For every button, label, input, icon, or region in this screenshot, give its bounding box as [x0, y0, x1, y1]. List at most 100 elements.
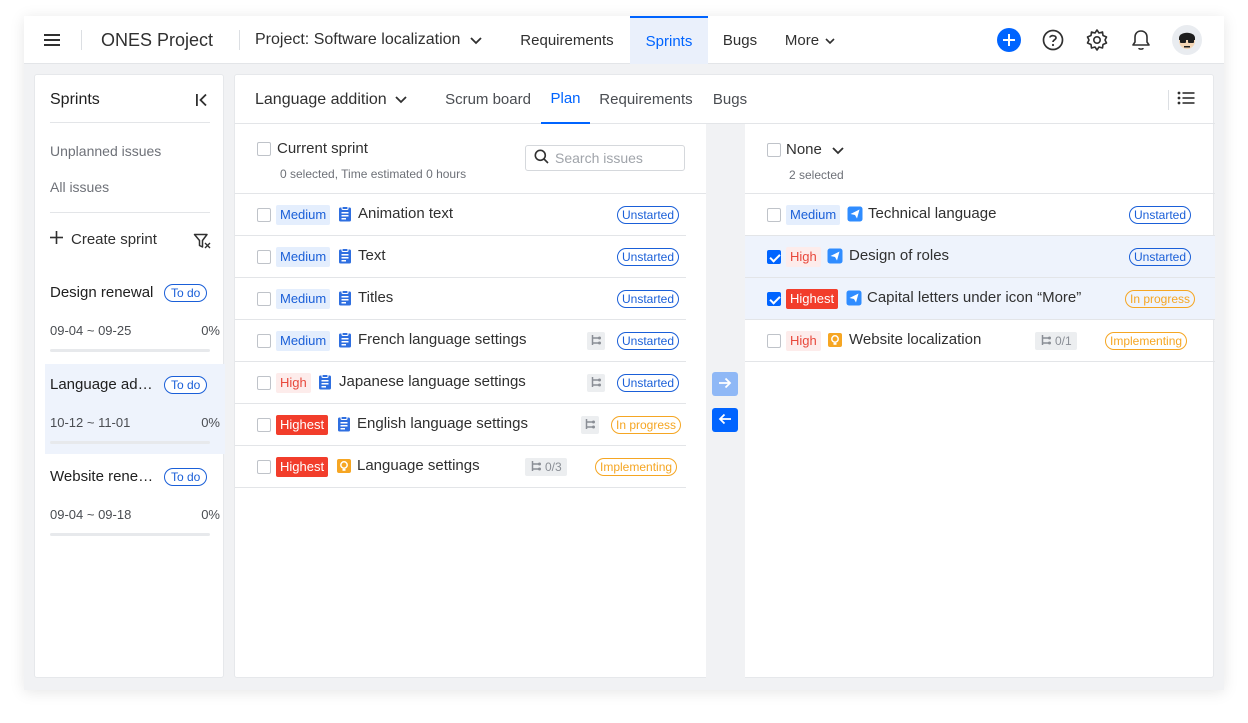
issue-row[interactable]: Highest Capital letters under icon “More…	[745, 278, 1215, 320]
nav-tab-bugs[interactable]: Bugs	[710, 16, 770, 64]
divider	[1168, 90, 1169, 110]
panel-header: Language addition Scrum board Plan Requi…	[235, 75, 1215, 124]
chevron-down-icon	[395, 91, 407, 109]
chevron-down-icon	[470, 32, 483, 48]
sprint-card[interactable]: Design renewal To do 09-04 ~ 09-25 0%	[45, 272, 225, 362]
issue-row[interactable]: Medium Animation text Unstarted	[235, 194, 686, 236]
gear-icon[interactable]	[1084, 27, 1110, 53]
issue-title: Animation text	[358, 205, 454, 222]
backlog-selector[interactable]: None	[786, 141, 844, 158]
divider	[239, 30, 240, 50]
project-selector[interactable]: Project: Software localization	[255, 16, 483, 64]
issue-row[interactable]: Highest English language settings In pro…	[235, 404, 686, 446]
issue-row[interactable]: Medium French language settings Unstarte…	[235, 320, 686, 362]
progress-bar	[50, 441, 210, 444]
search-input[interactable]	[555, 150, 675, 166]
issue-row[interactable]: Medium Text Unstarted	[235, 236, 686, 278]
bug-icon	[827, 248, 843, 264]
backlog-title: None	[786, 141, 822, 158]
sprint-selector[interactable]: Language addition	[255, 75, 407, 124]
divider	[81, 30, 82, 50]
task-icon	[317, 374, 333, 390]
current-sprint-header: Current sprint 0 selected, Time estimate…	[235, 124, 706, 194]
backlog-header: None 2 selected	[745, 124, 1215, 194]
row-checkbox[interactable]	[257, 376, 271, 390]
row-checkbox[interactable]	[257, 208, 271, 222]
sprint-dates: 09-04 ~ 09-25	[50, 323, 132, 338]
task-icon	[337, 206, 353, 222]
status-badge: Implementing	[595, 458, 678, 476]
sprint-progress-text: 0%	[201, 507, 220, 522]
subtask-icon	[530, 460, 542, 475]
issue-title: Language settings	[357, 457, 480, 474]
sidebar-title: Sprints	[50, 91, 100, 108]
row-checkbox[interactable]	[257, 334, 271, 348]
issue-title: Technical language	[868, 205, 997, 222]
avatar[interactable]	[1172, 25, 1202, 55]
collapse-icon[interactable]	[193, 91, 211, 109]
add-icon[interactable]	[996, 27, 1022, 53]
tab-bugs[interactable]: Bugs	[705, 75, 755, 124]
status-badge: Unstarted	[617, 248, 680, 266]
plus-icon	[50, 231, 63, 248]
task-icon	[337, 332, 353, 348]
row-checkbox[interactable]	[257, 418, 271, 432]
sprint-card[interactable]: Language addition To do 10-12 ~ 11-01 0%	[45, 364, 225, 454]
select-all-checkbox[interactable]	[257, 142, 271, 156]
issue-row[interactable]: High Japanese language settings Unstarte…	[235, 362, 686, 404]
pane-title: Current sprint	[277, 140, 368, 157]
progress-bar	[50, 533, 210, 536]
row-checkbox[interactable]	[257, 250, 271, 264]
issue-row[interactable]: High Design of roles Unstarted	[745, 236, 1215, 278]
issue-row[interactable]: High Website localization 0/1 Implementi…	[745, 320, 1215, 362]
nav-tab-sprints[interactable]: Sprints	[630, 16, 708, 64]
sprint-name: Website renewal	[50, 468, 160, 485]
sprint-card[interactable]: Website renewal To do 09-04 ~ 09-18 0%	[45, 456, 225, 546]
hamburger-icon[interactable]	[39, 27, 65, 53]
chevron-down-icon	[832, 142, 844, 158]
filter-icon[interactable]	[193, 232, 211, 250]
issue-title: Capital letters under icon “More”	[867, 289, 1082, 306]
bug-icon	[847, 206, 863, 222]
status-badge: To do	[164, 376, 208, 394]
issue-row[interactable]: Medium Titles Unstarted	[235, 278, 686, 320]
app-title[interactable]: ONES Project	[101, 30, 213, 51]
row-checkbox[interactable]	[257, 292, 271, 306]
row-checkbox[interactable]	[257, 460, 271, 474]
sidebar-item-all-issues[interactable]: All issues	[50, 179, 109, 195]
row-checkbox[interactable]	[767, 292, 781, 306]
bell-icon[interactable]	[1128, 27, 1154, 53]
issue-row[interactable]: Highest Language settings 0/3 Implementi…	[235, 446, 686, 488]
plan-panel: Language addition Scrum board Plan Requi…	[234, 74, 1215, 679]
progress-bar	[50, 349, 210, 352]
select-all-checkbox[interactable]	[767, 143, 781, 157]
search-icon	[534, 149, 549, 167]
help-icon[interactable]	[1040, 27, 1066, 53]
pane-subtitle: 0 selected, Time estimated 0 hours	[280, 167, 467, 181]
create-sprint-button[interactable]: Create sprint	[50, 231, 157, 248]
row-checkbox[interactable]	[767, 250, 781, 264]
issue-row[interactable]: Medium Technical language Unstarted	[745, 194, 1215, 236]
transfer-gutter	[706, 124, 745, 679]
subtask-icon	[590, 376, 602, 391]
sidebar-item-unplanned-issues[interactable]: Unplanned issues	[50, 143, 161, 159]
subtask-icon	[590, 334, 602, 349]
issue-title: Website localization	[849, 331, 982, 348]
tab-scrum-board[interactable]: Scrum board	[440, 75, 536, 124]
priority-badge: High	[786, 247, 821, 267]
list-view-icon[interactable]	[1177, 90, 1197, 110]
app-window: ONES Project Project: Software localizat…	[24, 16, 1224, 690]
issue-title: Design of roles	[849, 247, 950, 264]
move-left-button[interactable]	[712, 408, 738, 432]
nav-tab-more[interactable]: More	[776, 16, 844, 64]
subtask-count: 0/3	[545, 460, 562, 474]
nav-tab-requirements[interactable]: Requirements	[506, 16, 628, 64]
task-icon	[337, 290, 353, 306]
issue-title: French language settings	[358, 331, 527, 348]
row-checkbox[interactable]	[767, 208, 781, 222]
tab-plan[interactable]: Plan	[541, 75, 590, 124]
priority-badge: Medium	[276, 331, 331, 351]
tab-requirements[interactable]: Requirements	[595, 75, 697, 124]
row-checkbox[interactable]	[767, 334, 781, 348]
move-right-button[interactable]	[712, 372, 738, 396]
